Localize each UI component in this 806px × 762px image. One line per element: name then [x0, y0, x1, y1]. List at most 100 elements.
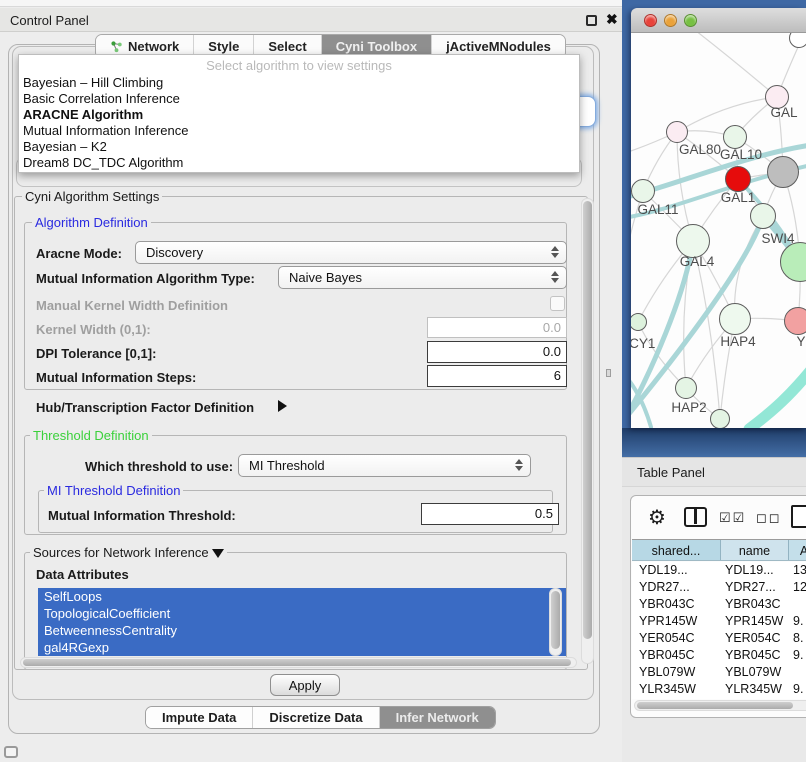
- network-node[interactable]: [725, 166, 751, 192]
- column-header-partial[interactable]: A: [789, 540, 806, 560]
- group-title: Algorithm Definition: [32, 215, 151, 230]
- attribute-list-item[interactable]: SelfLoops: [38, 588, 566, 605]
- manual-kernel-width-checkbox[interactable]: [550, 296, 565, 311]
- table-body: YDL19...YDL19...13YDR27...YDR27...12YBR0…: [632, 562, 806, 699]
- table-row[interactable]: YBR045CYBR045C9.: [632, 647, 806, 664]
- table-cell-shared: YDL19...: [632, 562, 721, 579]
- node-label: GAL10: [720, 147, 762, 162]
- table-row[interactable]: YLR345WYLR345W9.: [632, 681, 806, 698]
- table-row[interactable]: YDR27...YDR27...12: [632, 579, 806, 596]
- zoom-traffic-icon[interactable]: [684, 14, 697, 27]
- dropdown-item[interactable]: Bayesian – Hill Climbing: [19, 75, 579, 91]
- table-row[interactable]: YBR043CYBR043C: [632, 596, 806, 613]
- float-window-icon[interactable]: [586, 15, 597, 26]
- close-traffic-icon[interactable]: [644, 14, 657, 27]
- select-all-checks-icon[interactable]: ☑☑: [719, 510, 746, 526]
- table-panel-title: Table Panel: [637, 465, 705, 480]
- dropdown-item[interactable]: Bayesian – K2: [19, 139, 579, 155]
- attributes-scrollbar-thumb[interactable]: [551, 591, 560, 649]
- mi-threshold-input[interactable]: 0.5: [421, 503, 559, 525]
- dropdown-item[interactable]: Basic Correlation Inference: [19, 91, 579, 107]
- spinner-arrows-icon: [551, 246, 559, 258]
- table-row[interactable]: YBL079WYBL079W: [632, 664, 806, 681]
- table-hscrollbar[interactable]: [634, 700, 806, 711]
- network-node[interactable]: [631, 179, 655, 203]
- network-node[interactable]: [750, 203, 776, 229]
- node-label: GAL1: [721, 190, 756, 205]
- spinner-arrows-icon: [551, 271, 559, 283]
- dpi-tolerance-input[interactable]: 0.0: [427, 341, 567, 363]
- table-cell-shared: YBR045C: [632, 647, 721, 664]
- network-window-titlebar[interactable]: [631, 8, 806, 33]
- table-header-row: shared... name A: [632, 539, 806, 561]
- aracne-mode-select[interactable]: Discovery: [135, 241, 567, 264]
- table-cell-name: YBR043C: [721, 596, 789, 613]
- which-threshold-select[interactable]: MI Threshold: [238, 454, 531, 477]
- settings-scrollbar[interactable]: [581, 198, 594, 664]
- columns-icon[interactable]: [684, 507, 707, 527]
- collapse-arrow-icon[interactable]: [212, 549, 224, 558]
- minimized-panel-icon[interactable]: [4, 746, 18, 758]
- network-view-window: GALGAL80GAL10GAL1GAL11SWI4GAL4HAP4YGCY1H…: [631, 8, 806, 428]
- tab-discretize-data[interactable]: Discretize Data: [253, 707, 379, 728]
- table-row[interactable]: YPR145WYPR145W9.: [632, 613, 806, 630]
- network-node[interactable]: [676, 224, 710, 258]
- table-cell-shared: YLR345W: [632, 681, 721, 698]
- table-cell-value: 12: [789, 579, 806, 596]
- table-cell-name: YDR27...: [721, 579, 789, 596]
- dropdown-item[interactable]: Dream8 DC_TDC Algorithm: [19, 155, 579, 171]
- tab-label: jActiveMNodules: [446, 39, 551, 54]
- deselect-all-checks-icon[interactable]: ◻◻: [756, 510, 782, 526]
- apply-button[interactable]: Apply: [270, 674, 340, 696]
- dropdown-item[interactable]: Mutual Information Inference: [19, 123, 579, 139]
- table-row[interactable]: YDL19...YDL19...13: [632, 562, 806, 579]
- attribute-list-item[interactable]: gal4RGexp: [38, 639, 566, 656]
- node-label: GAL: [770, 105, 797, 120]
- settings-scrollbar-thumb[interactable]: [583, 201, 592, 639]
- attributes-list-scrollbar[interactable]: [549, 588, 562, 656]
- table-cell-shared: YIL052C: [632, 698, 721, 699]
- table-toolbar: ⚙ ☑☑ ◻◻: [631, 501, 806, 536]
- mi-steps-input[interactable]: 6: [427, 365, 567, 387]
- network-node[interactable]: [710, 409, 730, 428]
- minimize-traffic-icon[interactable]: [664, 14, 677, 27]
- network-node[interactable]: [723, 125, 747, 149]
- table-row[interactable]: YIL052CYIL052C9: [632, 698, 806, 699]
- table-row[interactable]: YER054CYER054C8.: [632, 630, 806, 647]
- mi-algorithm-type-value: Naive Bayes: [289, 270, 362, 285]
- tab-impute-data[interactable]: Impute Data: [146, 707, 253, 728]
- tab-infer-network[interactable]: Infer Network: [380, 707, 495, 728]
- node-label: HAP4: [720, 334, 755, 349]
- dropdown-item[interactable]: ARACNE Algorithm: [19, 107, 579, 123]
- node-label: GAL80: [679, 142, 721, 157]
- table-cell-name: YIL052C: [721, 698, 789, 699]
- close-icon[interactable]: ✖: [606, 11, 618, 28]
- attribute-list-item[interactable]: BetweennessCentrality: [38, 622, 566, 639]
- table-cell-name: YPR145W: [721, 613, 789, 630]
- network-node[interactable]: [666, 121, 688, 143]
- gear-icon[interactable]: ⚙: [648, 505, 666, 530]
- settings-hscrollbar[interactable]: [20, 657, 577, 668]
- attribute-list-item[interactable]: TopologicalCoefficient: [38, 605, 566, 622]
- splitter-handle[interactable]: [606, 369, 611, 377]
- expand-arrow-icon[interactable]: [278, 400, 287, 412]
- data-attributes-list[interactable]: SelfLoopsTopologicalCoefficientBetweenne…: [38, 588, 566, 656]
- network-node[interactable]: [719, 303, 751, 335]
- table-cell-name: YBL079W: [721, 664, 789, 681]
- column-header-shared[interactable]: shared...: [632, 540, 721, 560]
- tab-label: Network: [128, 39, 179, 54]
- manual-kernel-width-label: Manual Kernel Width Definition: [36, 298, 228, 313]
- column-header-name[interactable]: name: [721, 540, 789, 560]
- network-node[interactable]: [675, 377, 697, 399]
- settings-hscrollbar-thumb[interactable]: [23, 659, 571, 666]
- mi-algorithm-type-select[interactable]: Naive Bayes: [278, 266, 567, 289]
- network-canvas[interactable]: GALGAL80GAL10GAL1GAL11SWI4GAL4HAP4YGCY1H…: [631, 33, 806, 428]
- table-cell-value: [789, 596, 806, 613]
- network-node[interactable]: [784, 307, 806, 335]
- kernel-width-input[interactable]: 0.0: [427, 317, 567, 338]
- cyni-bottom-tabbar: Impute Data Discretize Data Infer Networ…: [145, 706, 496, 729]
- spinner-arrows-icon: [515, 459, 523, 471]
- file-icon[interactable]: [791, 505, 806, 528]
- table-hscrollbar-thumb[interactable]: [637, 702, 793, 709]
- network-node[interactable]: [767, 156, 799, 188]
